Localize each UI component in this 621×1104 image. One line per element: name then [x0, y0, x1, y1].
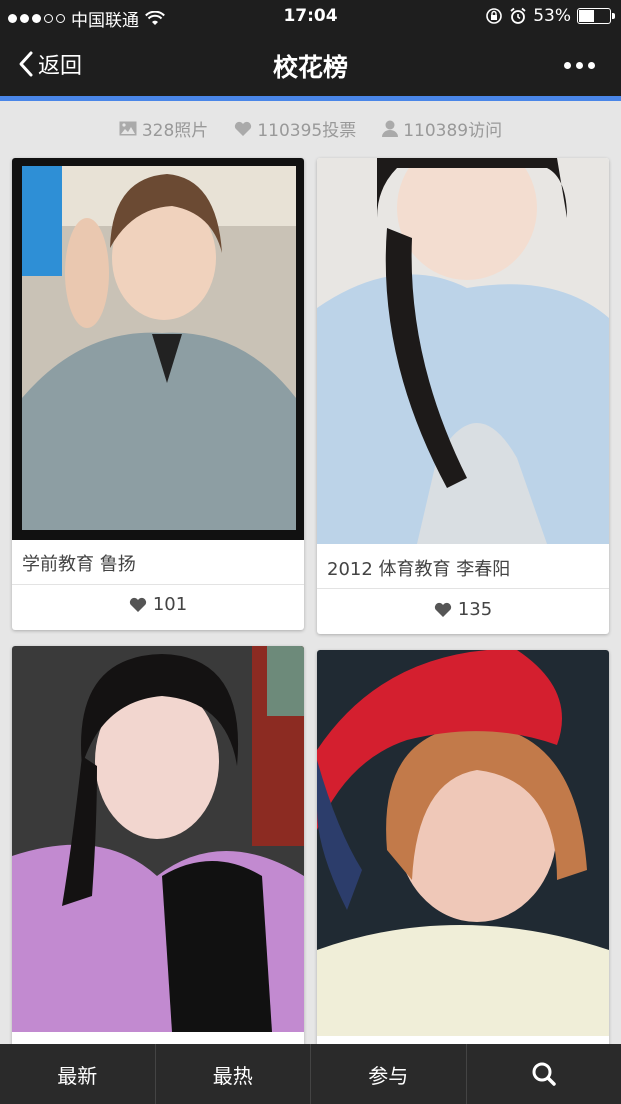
nav-bar: 返回 校花榜 [0, 34, 621, 96]
like-button[interactable]: 101 [12, 594, 304, 615]
page-title: 校花榜 [272, 53, 348, 82]
search-icon [532, 1062, 556, 1086]
card-caption: 学前教育 鲁扬 [22, 554, 136, 575]
photo-card[interactable]: 2012 体育教育 李春阳 135 [317, 158, 609, 634]
battery-icon [577, 8, 615, 24]
user-icon [382, 120, 399, 137]
more-dots-icon [564, 62, 571, 69]
card-divider [317, 588, 609, 589]
battery-percent: 53% [533, 6, 571, 26]
stats-row: 328照片 110395投票 110389访问 [0, 116, 621, 141]
alarm-icon [510, 7, 526, 24]
tab-participate[interactable]: 参与 [311, 1044, 467, 1104]
like-button[interactable]: 135 [317, 599, 609, 620]
tab-search[interactable] [467, 1044, 621, 1104]
rotation-lock-icon [486, 8, 503, 24]
like-count: 101 [152, 594, 188, 615]
photo-image[interactable] [317, 650, 609, 1036]
photo-image[interactable] [12, 646, 304, 1032]
status-right: 53% [485, 6, 615, 26]
status-bar: 中国联通 17:04 53% [0, 0, 621, 34]
card-caption: 2012 体育教育 李春阳 [327, 559, 511, 580]
tab-hottest[interactable]: 最热 [156, 1044, 311, 1104]
like-count: 135 [457, 599, 493, 620]
tab-latest[interactable]: 最新 [0, 1044, 156, 1104]
image-icon [119, 121, 137, 136]
vote-count: 110395投票 [234, 116, 356, 141]
more-button[interactable] [564, 62, 595, 69]
card-divider [12, 584, 304, 585]
photo-count: 328照片 [119, 116, 208, 141]
heart-icon [434, 602, 451, 617]
accent-line [0, 96, 621, 101]
heart-icon [129, 597, 146, 612]
photo-card[interactable] [317, 650, 609, 1056]
visit-count: 110389访问 [382, 116, 502, 141]
tab-bar: 最新 最热 参与 [0, 1044, 621, 1104]
photo-image[interactable] [317, 158, 609, 544]
photo-card[interactable] [12, 646, 304, 1056]
photo-card[interactable]: 学前教育 鲁扬 101 [12, 158, 304, 630]
photo-image[interactable] [12, 158, 304, 540]
heart-icon [235, 121, 252, 136]
